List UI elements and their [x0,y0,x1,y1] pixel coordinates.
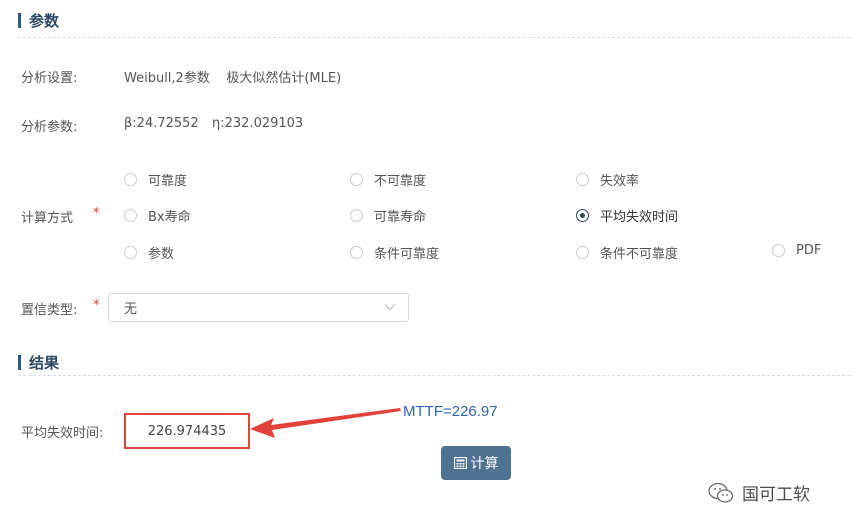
radio-circle[interactable] [772,244,785,257]
radio-label: 平均失效时间 [600,210,679,225]
analysis-setting-label: 分析设置: [21,71,78,86]
radio-circle[interactable] [124,246,137,259]
radio-circle[interactable] [576,173,589,186]
analysis-params-label: 分析参数: [21,120,78,135]
radio-reliability[interactable]: 可靠度 [124,170,187,189]
confidence-type-select[interactable]: 无 [108,293,409,322]
calc-method-required-mark: * [93,206,100,221]
radio-circle[interactable] [350,173,363,186]
result-label: 平均失效时间: [21,426,104,441]
eta-value: η:232.029103 [212,116,304,131]
radio-conditional-unreliability[interactable]: 条件不可靠度 [576,243,678,262]
params-section-title-text: 参数 [29,12,60,30]
params-divider [18,37,850,38]
params-section-title: 参数 [18,10,59,31]
confidence-type-required-mark: * [93,298,100,313]
radio-label: PDF [796,243,822,258]
mttf-annotation: MTTF=226.97 [403,403,498,420]
analysis-setting-value: Weibull,2参数 极大似然估计(MLE) [124,71,342,86]
radio-circle-checked[interactable] [576,209,589,222]
result-value-box: 226.974435 [124,413,250,449]
section-marker [18,355,21,370]
section-marker [18,13,21,28]
wechat-icon [708,482,734,503]
beta-value: β:24.72552 [124,116,199,131]
radio-label: 不可靠度 [374,174,427,189]
radio-label: 失效率 [600,174,640,189]
radio-failure-rate[interactable]: 失效率 [576,170,639,189]
radio-circle[interactable] [350,246,363,259]
radio-bx-life[interactable]: Bx寿命 [124,206,191,225]
radio-label: 参数 [148,247,175,262]
radio-parameters[interactable]: 参数 [124,243,174,262]
radio-circle[interactable] [576,246,589,259]
radio-conditional-reliability[interactable]: 条件可靠度 [350,243,439,262]
calculate-button[interactable]: 计算 [441,446,511,480]
calculator-icon [453,457,467,469]
confidence-type-selected-value: 无 [124,302,138,317]
result-section-title-text: 结果 [29,354,60,372]
radio-reliable-life[interactable]: 可靠寿命 [350,206,426,225]
watermark-text: 国可工软 [742,485,810,505]
radio-label: 可靠度 [148,174,188,189]
calc-method-label: 计算方式 [21,211,74,226]
radio-unreliability[interactable]: 不可靠度 [350,170,426,189]
annotation-arrow-icon [250,408,401,438]
radio-circle[interactable] [124,173,137,186]
result-divider [18,375,850,376]
radio-circle[interactable] [124,209,137,222]
watermark: 国可工软 [708,480,810,505]
radio-circle[interactable] [350,209,363,222]
confidence-type-label: 置信类型: [21,303,78,318]
radio-label: 条件不可靠度 [600,247,679,262]
result-value: 226.974435 [147,423,227,439]
result-section-title: 结果 [18,352,59,373]
radio-label: Bx寿命 [148,210,191,225]
chevron-down-icon [384,304,396,311]
radio-mean-time-to-failure[interactable]: 平均失效时间 [576,206,678,225]
radio-label: 条件可靠度 [374,247,440,262]
radio-pdf[interactable]: PDF [772,243,821,258]
calculate-button-label: 计算 [470,456,499,472]
radio-label: 可靠寿命 [374,210,427,225]
